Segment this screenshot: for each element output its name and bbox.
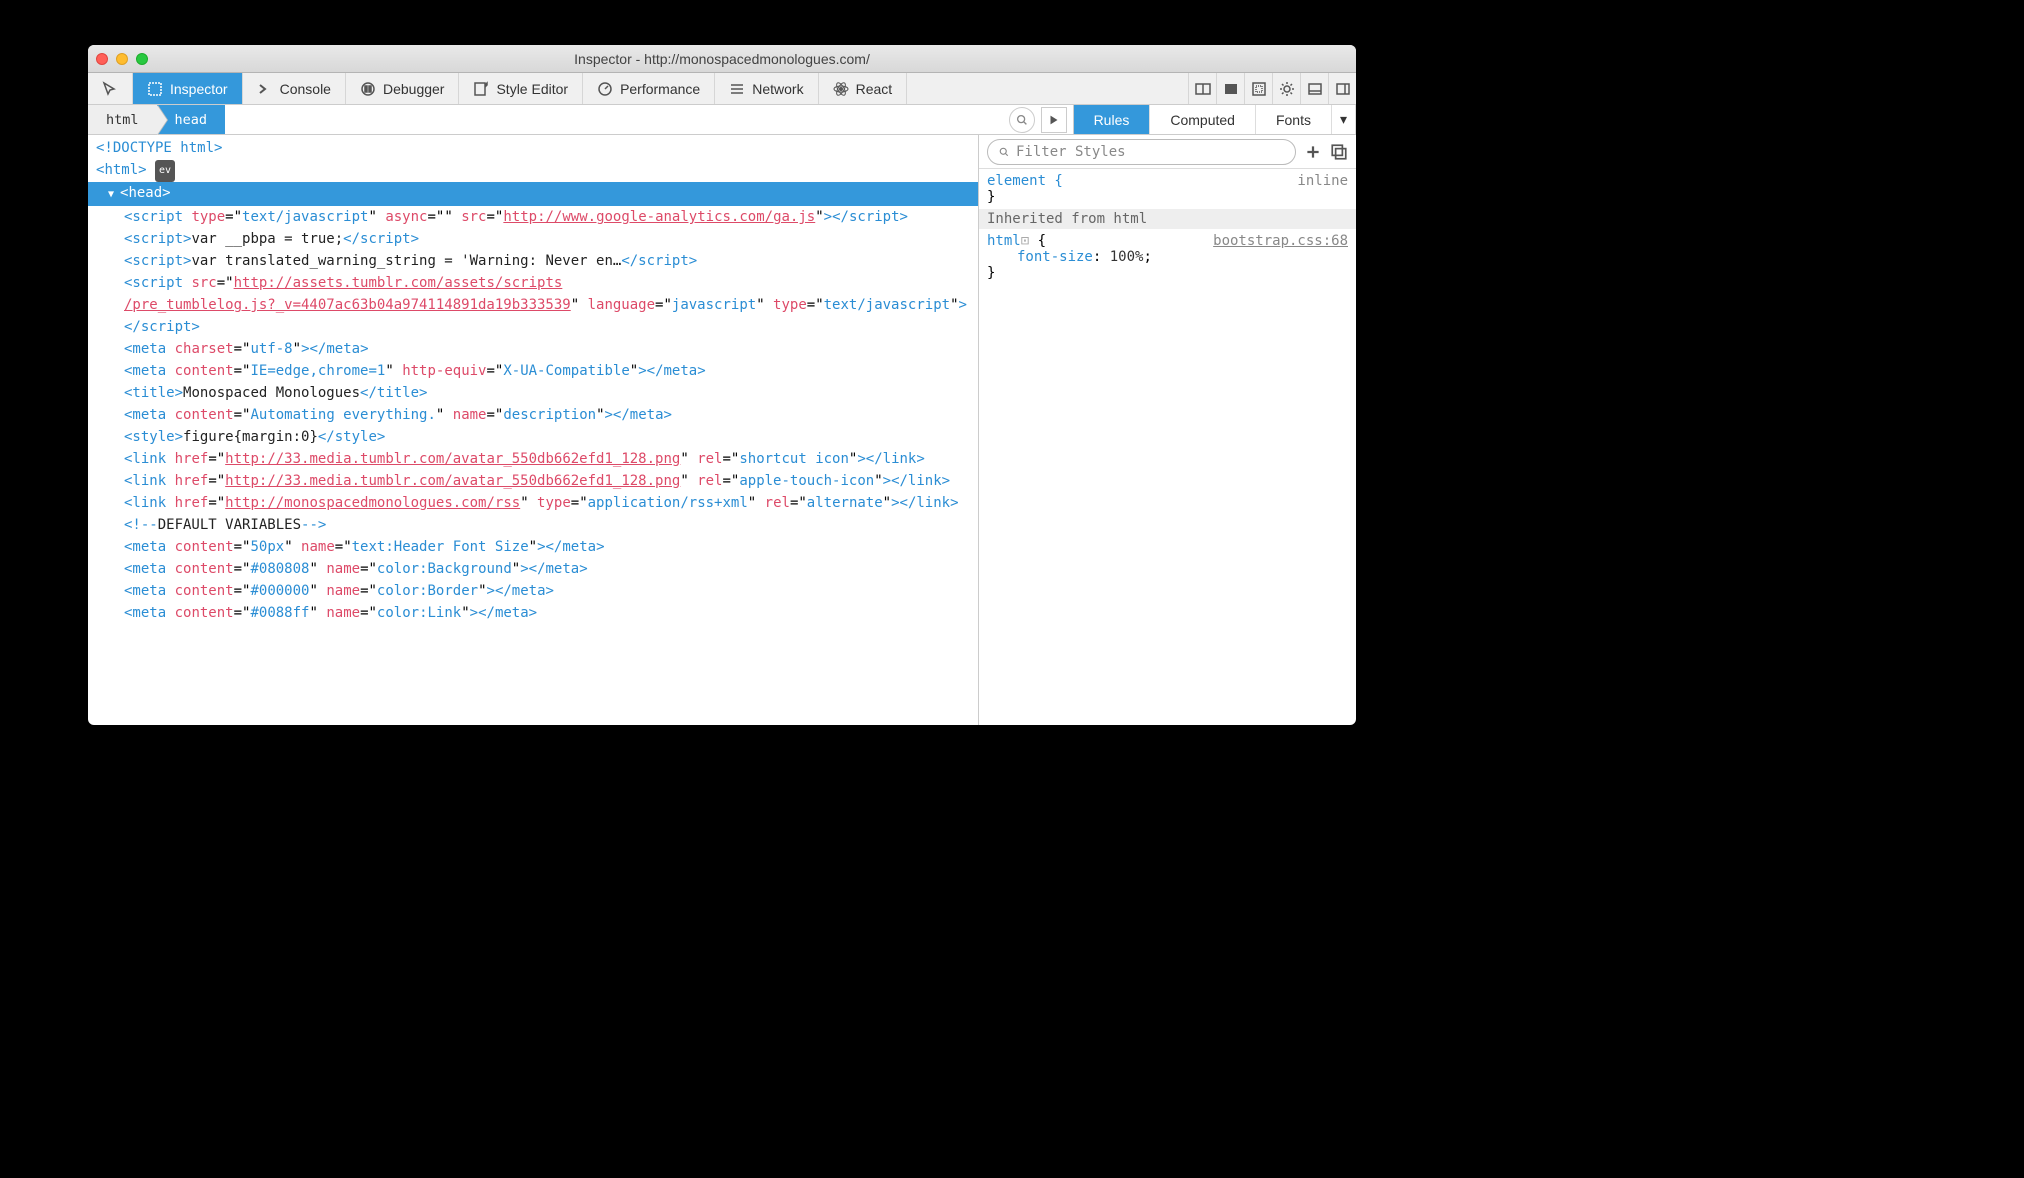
tab-inspector[interactable]: Inspector <box>133 73 243 104</box>
search-icon <box>1015 113 1029 127</box>
dom-line[interactable]: <script>var __pbpa = true;</script> <box>88 228 978 250</box>
close-icon[interactable] <box>96 53 108 65</box>
tab-debugger[interactable]: Debugger <box>346 73 460 104</box>
minimize-icon[interactable] <box>116 53 128 65</box>
network-icon <box>729 81 745 97</box>
window-controls <box>96 53 148 65</box>
cursor-icon <box>102 81 118 97</box>
rules-list: element {inline } Inherited from html ht… <box>979 169 1356 285</box>
dock-side-button[interactable] <box>1328 73 1356 104</box>
split-pane-button[interactable] <box>1188 73 1216 104</box>
titlebar: Inspector - http://monospacedmonologues.… <box>88 45 1356 73</box>
dom-line[interactable]: <title>Monospaced Monologues</title> <box>88 382 978 404</box>
rule-declaration[interactable]: font-size: 100%; <box>987 249 1348 265</box>
devtools-window: Inspector - http://monospacedmonologues.… <box>88 45 1356 725</box>
plus-icon <box>1304 143 1322 161</box>
dom-line[interactable]: <meta content="#0088ff" name="color:Link… <box>88 602 978 624</box>
breadcrumb-html[interactable]: html <box>88 105 157 134</box>
style-editor-icon <box>473 81 489 97</box>
responsive-button[interactable] <box>1244 73 1272 104</box>
tab-react[interactable]: React <box>819 73 908 104</box>
dom-line[interactable]: <link href="http://33.media.tumblr.com/a… <box>88 448 978 470</box>
chevron-down-icon[interactable]: ▼ <box>108 184 120 206</box>
console-icon <box>257 81 273 97</box>
tab-more[interactable]: ▾ <box>1332 105 1356 134</box>
search-button[interactable] <box>1009 107 1035 133</box>
dom-line[interactable]: <style>figure{margin:0}</style> <box>88 426 978 448</box>
dom-line-selected[interactable]: ▼<head> <box>88 182 978 206</box>
inspector-icon <box>147 81 163 97</box>
dom-line[interactable]: <link href="http://33.media.tumblr.com/a… <box>88 470 978 492</box>
rule-close: } <box>987 189 1348 205</box>
dom-line[interactable]: <meta content="#080808" name="color:Back… <box>88 558 978 580</box>
dom-line[interactable]: <meta content="50px" name="text:Header F… <box>88 536 978 558</box>
dom-tree[interactable]: <!DOCTYPE html> <html> ev ▼<head> <scrip… <box>88 135 978 725</box>
dom-line[interactable]: <meta charset="utf-8"></meta> <box>88 338 978 360</box>
dom-line[interactable]: <!--DEFAULT VARIABLES--> <box>88 514 978 536</box>
react-icon <box>833 81 849 97</box>
tab-performance[interactable]: Performance <box>583 73 715 104</box>
pick-element-button[interactable] <box>88 73 133 104</box>
dark-theme-button[interactable] <box>1216 73 1244 104</box>
stack-icon <box>1330 143 1348 161</box>
gear-icon <box>1279 81 1295 97</box>
dom-line[interactable]: <script type="text/javascript" async="" … <box>88 206 978 228</box>
play-icon <box>1047 113 1061 127</box>
breadcrumbs: html head <box>88 105 225 134</box>
inherited-label: Inherited from html <box>979 209 1356 229</box>
rule-close: } <box>987 265 1348 281</box>
debugger-icon <box>360 81 376 97</box>
dom-line[interactable]: <meta content="Automating everything." n… <box>88 404 978 426</box>
toolbar: Inspector Console Debugger Style Editor … <box>88 73 1356 105</box>
dom-line[interactable]: <meta content="IE=edge,chrome=1" http-eq… <box>88 360 978 382</box>
maximize-icon[interactable] <box>136 53 148 65</box>
settings-button[interactable] <box>1272 73 1300 104</box>
rule-element[interactable]: element {inline <box>987 173 1348 189</box>
dom-line[interactable]: <script src="http://assets.tumblr.com/as… <box>88 272 978 338</box>
dom-line[interactable]: <html> ev <box>88 159 978 182</box>
source-link[interactable]: bootstrap.css:68 <box>1213 233 1348 249</box>
ev-badge[interactable]: ev <box>155 160 175 182</box>
window-title: Inspector - http://monospacedmonologues.… <box>88 51 1356 67</box>
performance-icon <box>597 81 613 97</box>
dock-button[interactable] <box>1300 73 1328 104</box>
tab-style-editor[interactable]: Style Editor <box>459 73 583 104</box>
subbar: html head Rules Computed Fonts ▾ <box>88 105 1356 135</box>
tab-computed[interactable]: Computed <box>1150 105 1256 134</box>
rules-panel: Filter Styles element {inline } Inherite… <box>978 135 1356 725</box>
search-icon <box>998 146 1010 158</box>
dom-line[interactable]: <link href="http://monospacedmonologues.… <box>88 492 978 514</box>
side-tabs: Rules Computed Fonts ▾ <box>1073 105 1356 134</box>
highlight-button[interactable] <box>1041 107 1067 133</box>
toggle-pseudo-button[interactable] <box>1330 143 1348 161</box>
dom-line[interactable]: <script>var translated_warning_string = … <box>88 250 978 272</box>
tab-network[interactable]: Network <box>715 73 818 104</box>
tab-fonts[interactable]: Fonts <box>1256 105 1332 134</box>
tab-console[interactable]: Console <box>243 73 346 104</box>
filter-styles-input[interactable]: Filter Styles <box>987 139 1296 165</box>
rule-html[interactable]: html ⊡ { bootstrap.css:68 <box>987 233 1348 249</box>
add-rule-button[interactable] <box>1304 143 1322 161</box>
dom-line[interactable]: <!DOCTYPE html> <box>88 137 978 159</box>
dom-line[interactable]: <meta content="#000000" name="color:Bord… <box>88 580 978 602</box>
tab-rules[interactable]: Rules <box>1074 105 1151 134</box>
